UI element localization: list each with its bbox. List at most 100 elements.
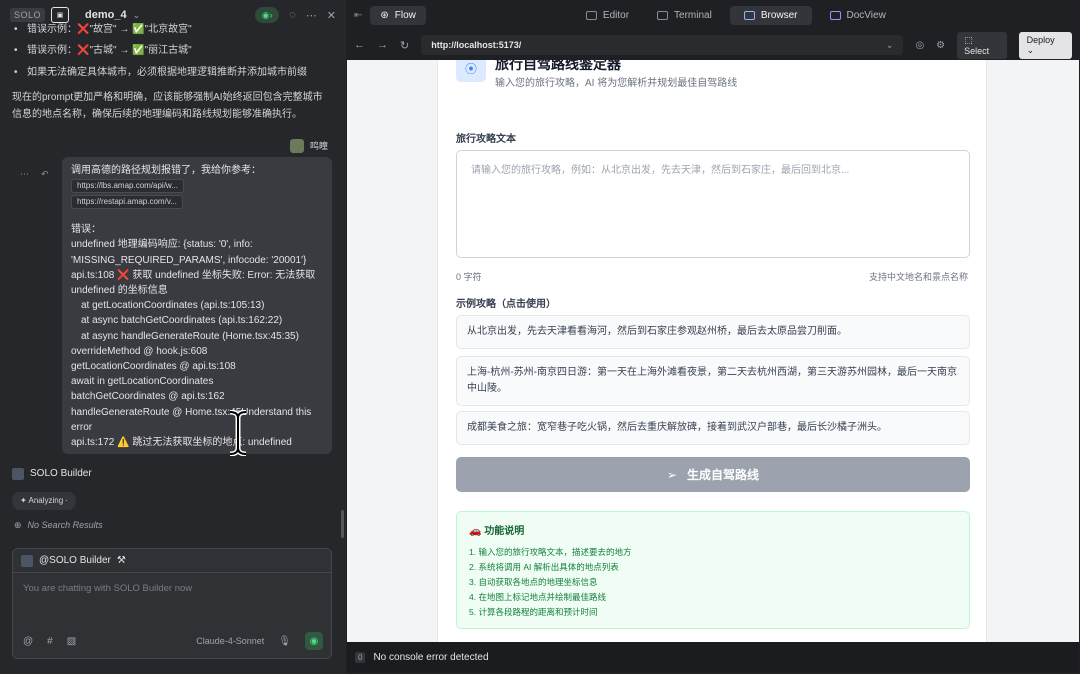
tools-icon[interactable]: ⚒ [117, 555, 126, 566]
back-icon[interactable]: ← [354, 39, 365, 51]
model-selector[interactable]: Claude-4-Sonnet [196, 636, 264, 646]
undo-icon[interactable]: ↶ [41, 166, 49, 182]
tab-editor[interactable]: Editor [576, 6, 639, 25]
example-item[interactable]: 从北京出发，先去天津看看海河，然后到石家庄参观赵州桥，最后去太原品尝刀削面。 [456, 315, 970, 349]
text-cursor-icon [229, 410, 247, 456]
link-chip[interactable]: https://lbs.amap.com/api/w... [71, 179, 184, 194]
flow-icon: ⊛ [380, 9, 389, 21]
browser-icon [743, 10, 755, 20]
char-count: 0 字符 [456, 272, 482, 282]
error-line: undefined 的坐标信息 [71, 285, 168, 297]
examples-label: 示例攻略（点击使用） [456, 299, 556, 310]
avatar [289, 139, 304, 153]
chat-bubble-icon[interactable]: ◌ [289, 9, 296, 21]
project-name[interactable]: demo_4 [85, 9, 127, 21]
error-line: batchGetCoordinates @ api.ts:162 [71, 391, 225, 403]
more-icon[interactable]: ⋯ [20, 166, 29, 182]
error-line: 'MISSING_REQUIRED_PARAMS', infocode: '20… [71, 254, 307, 266]
console-message: No console error detected [373, 651, 489, 663]
search-status: ⊕ No Search Results [14, 517, 103, 533]
list-item: 1. 输入您的旅行攻略文本，描述要去的地方 [469, 547, 632, 557]
console-count: 0 [355, 651, 366, 663]
message-tools: ⋯ ↶ [20, 166, 49, 182]
user-message: 调用高德的路径规划报错了，我给你参考： https://lbs.amap.com… [62, 157, 332, 454]
status-badge: ✦ Analyzing · [12, 492, 77, 510]
input-hint: 支持中文地名和景点名称 [868, 272, 968, 282]
chat-history[interactable]: 错误示例：❌"故宫" → ✅"北京故宫" 错误示例：❌"古城" → ✅"丽江古城… [0, 22, 346, 540]
settings-icon[interactable]: ⚙ [936, 40, 945, 51]
error-line: error [71, 421, 93, 433]
list-item: 如果无法确定具体城市，必须根据地理逻辑推断并添加城市前缀 [14, 65, 307, 81]
tab-docview[interactable]: DocView [820, 6, 896, 25]
features-title: 🚗 功能说明 [469, 526, 525, 537]
list-item: 5. 计算各段路程的距离和预计时间 [469, 607, 598, 617]
solo-badge: SOLO [10, 8, 46, 22]
builder-name: SOLO Builder [30, 468, 92, 479]
mention-tag: @SOLO Builder ⚒ [13, 549, 331, 573]
tab-browser[interactable]: Browser [729, 5, 812, 25]
compass-icon[interactable]: ◎ [915, 40, 924, 51]
run-icon[interactable]: ◉› [255, 7, 280, 23]
deploy-button[interactable]: Deploy ⌄ [1018, 31, 1073, 59]
tab-flow[interactable]: ⊛ Flow [370, 5, 426, 25]
error-line: at async batchGetCoordinates (api.ts:162… [81, 315, 283, 327]
chevron-down-icon[interactable]: ⌄ [886, 40, 894, 51]
error-line: overrideMethod @ hook.js:608 [71, 345, 208, 357]
url-field[interactable]: http://localhost:5173/⌄ [421, 35, 904, 55]
send-icon: ➢ [666, 467, 678, 482]
link-chip[interactable]: https://restapi.amap.com/v... [71, 195, 183, 210]
user-tag: 鸣瞳 [289, 138, 328, 154]
app-logo-icon: ▣ [51, 7, 70, 23]
more-icon[interactable]: ⋯ [306, 9, 317, 22]
error-line: await in getLocationCoordinates [71, 376, 214, 388]
error-line: api.ts:108 ❌ 获取 undefined 坐标失败: Error: 无… [71, 269, 316, 281]
list-item: 错误示例：❌"古城" → ✅"丽江古城" [14, 43, 192, 59]
error-label: 错误： [71, 224, 101, 236]
chat-scrollbar[interactable] [341, 510, 344, 538]
page-subtitle: 输入您的旅行攻略，AI 将为您解析并规划最佳自驾路线 [495, 78, 738, 89]
chat-input[interactable]: You are chatting with SOLO Builder now [13, 573, 331, 604]
user-name: 鸣瞳 [309, 141, 328, 151]
itinerary-textarea[interactable]: 请输入您的旅行攻略，例如：从北京出发，先去天津，然后到石家庄，最后回到北京... [456, 150, 970, 258]
tab-bar: ⇤ ⊛ Flow Editor Terminal Browser DocView [346, 0, 1080, 30]
example-item[interactable]: 上海-杭州-苏州-南京四日游：第一天在上海外滩看夜景，第二天去杭州西湖，第三天游… [456, 356, 970, 406]
tab-terminal[interactable]: Terminal [647, 6, 722, 25]
collapse-icon[interactable]: ⇤ [354, 10, 362, 21]
text-label: 旅行攻略文本 [456, 134, 516, 145]
page-title: 旅行自驾路线鉴定器 [495, 60, 621, 72]
browser-viewport[interactable]: ⦿ 旅行自驾路线鉴定器 输入您的旅行攻略，AI 将为您解析并规划最佳自驾路线 旅… [347, 60, 1079, 642]
chat-panel: SOLO ▣ demo_4 ⌄ ◉› ◌ ⋯ ✕ 错误示例：❌"故宫" → ✅"… [0, 0, 346, 674]
console-bar[interactable]: 0 No console error detected [347, 642, 1079, 672]
close-icon[interactable]: ✕ [327, 9, 336, 22]
app-card: ⦿ 旅行自驾路线鉴定器 输入您的旅行攻略，AI 将为您解析并规划最佳自驾路线 旅… [437, 60, 987, 642]
image-icon[interactable]: ▧ [67, 636, 76, 647]
select-button[interactable]: ⬚ Select [957, 31, 1007, 59]
builder-icon [12, 468, 24, 480]
error-line: api.ts:172 ⚠️ 跳过无法获取坐标的地点: undefined [71, 437, 292, 449]
mic-icon[interactable]: 🎙 [278, 636, 291, 647]
send-button[interactable]: ◉ [305, 632, 323, 650]
list-item: 4. 在地图上标记地点并绘制最佳路线 [469, 592, 606, 602]
builder-header: SOLO Builder [12, 466, 92, 482]
error-line: at async handleGenerateRoute (Home.tsx:4… [81, 330, 299, 342]
editor-icon [585, 10, 597, 20]
error-line: handleGenerateRoute @ Home.tsx:45Underst… [71, 406, 312, 418]
error-line: getLocationCoordinates @ api.ts:108 [71, 361, 236, 373]
at-icon[interactable]: @ [23, 636, 33, 647]
chevron-down-icon[interactable]: ⌄ [133, 10, 141, 21]
forward-icon[interactable]: → [377, 39, 388, 51]
reload-icon[interactable]: ↻ [400, 39, 409, 52]
assistant-summary: 现在的prompt更加严格和明确，应该能够强制AI始终返回包含完整城市信息的地点… [12, 92, 323, 120]
location-pin-icon: ⦿ [456, 60, 486, 82]
error-line: undefined 地理编码响应: {status: '0', info: [71, 239, 253, 251]
list-item: 错误示例：❌"故宫" → ✅"北京故宫" [14, 22, 192, 38]
hash-icon[interactable]: # [47, 636, 53, 647]
message-intro: 调用高德的路径规划报错了，我给你参考： [71, 165, 261, 176]
generate-route-button[interactable]: ➢ 生成自驾路线 [456, 457, 970, 492]
error-line: at getLocationCoordinates (api.ts:105:13… [81, 300, 265, 312]
input-toolbar: @ # ▧ Claude-4-Sonnet 🎙 ◉ [23, 632, 323, 650]
browser-toolbar: ← → ↻ http://localhost:5173/⌄ ◎ ⚙ ⬚ Sele… [346, 31, 1080, 59]
example-item[interactable]: 成都美食之旅：宽窄巷子吃火锅，然后去重庆解放碑，接着到武汉户部巷，最后长沙橘子洲… [456, 411, 970, 445]
chat-input-box: @SOLO Builder ⚒ You are chatting with SO… [12, 548, 332, 659]
list-item: 3. 自动获取各地点的地理坐标信息 [469, 577, 598, 587]
